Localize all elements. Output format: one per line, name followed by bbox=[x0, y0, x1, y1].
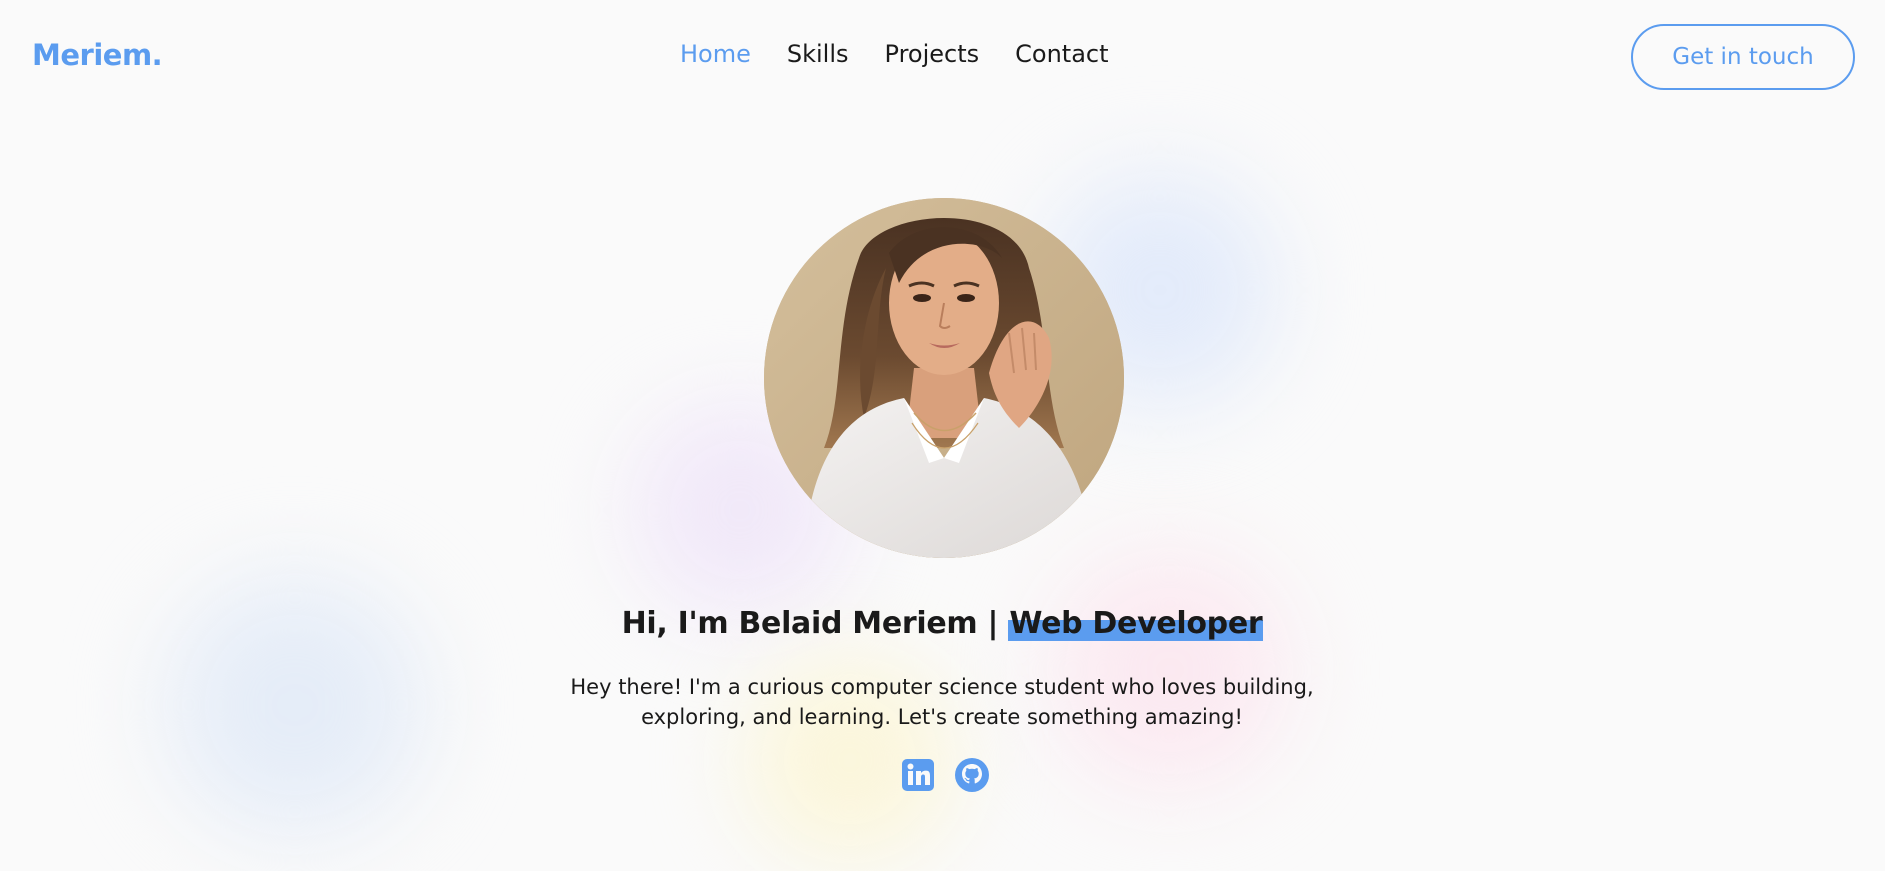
get-in-touch-button[interactable]: Get in touch bbox=[1631, 24, 1855, 90]
hero-title-prefix: Hi, I'm Belaid Meriem | bbox=[621, 606, 1009, 641]
profile-photo-illustration bbox=[764, 198, 1124, 558]
linkedin-icon[interactable] bbox=[900, 757, 936, 793]
site-header: Meriem. Home Skills Projects Contact Get… bbox=[0, 0, 1885, 114]
main-nav: Home Skills Projects Contact bbox=[680, 40, 1109, 68]
hero-title-role: Web Developer bbox=[1008, 606, 1264, 641]
nav-link-skills[interactable]: Skills bbox=[787, 40, 849, 68]
nav-link-home[interactable]: Home bbox=[680, 40, 751, 68]
portfolio-page: Meriem. Home Skills Projects Contact Get… bbox=[0, 0, 1885, 871]
background-blob bbox=[130, 540, 460, 870]
profile-photo bbox=[764, 198, 1124, 558]
background-blob bbox=[1010, 520, 1330, 820]
social-links bbox=[900, 757, 990, 793]
hero-description: Hey there! I'm a curious computer scienc… bbox=[570, 675, 1314, 729]
hero-title: Hi, I'm Belaid Meriem | Web Developer bbox=[0, 606, 1885, 641]
github-icon[interactable] bbox=[954, 757, 990, 793]
site-logo[interactable]: Meriem. bbox=[32, 38, 163, 72]
nav-link-contact[interactable]: Contact bbox=[1015, 40, 1108, 68]
nav-link-projects[interactable]: Projects bbox=[885, 40, 980, 68]
